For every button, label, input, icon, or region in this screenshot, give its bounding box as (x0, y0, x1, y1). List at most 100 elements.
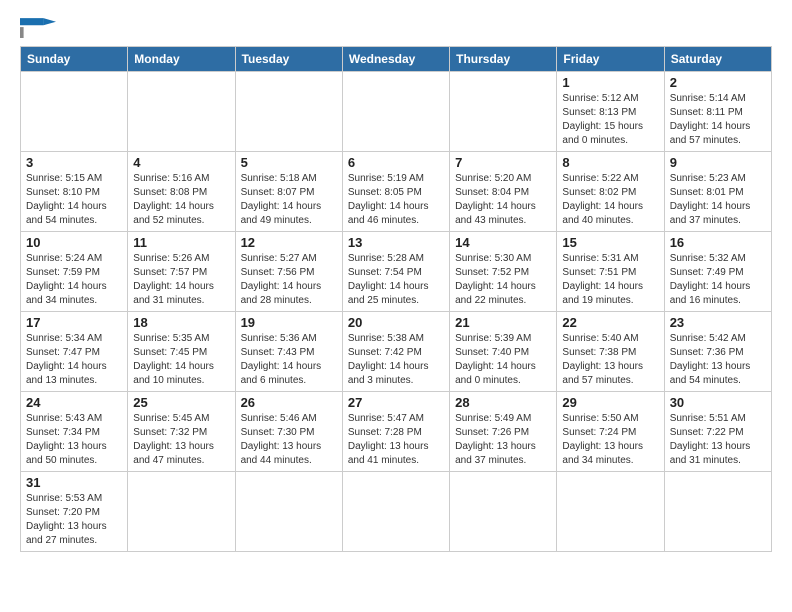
day-number: 19 (241, 315, 337, 330)
day-number: 21 (455, 315, 551, 330)
day-cell: 30Sunrise: 5:51 AM Sunset: 7:22 PM Dayli… (664, 392, 771, 472)
day-cell: 18Sunrise: 5:35 AM Sunset: 7:45 PM Dayli… (128, 312, 235, 392)
day-info-text: Sunrise: 5:16 AM Sunset: 8:08 PM Dayligh… (133, 172, 229, 228)
day-cell: 31 Sunrise: 5:53 AM Sunset: 7:20 PM Dayli… (21, 472, 128, 552)
col-header-sunday: Sunday (21, 47, 128, 72)
day-info-text: Sunrise: 5:32 AM Sunset: 7:49 PM Dayligh… (670, 252, 766, 308)
day-number: 5 (241, 155, 337, 170)
day-cell: 14 Sunrise: 5:30 AM Sunset: 7:52 PM Dayli… (450, 232, 557, 312)
day-number: 30 (670, 395, 766, 410)
day-cell: 15 Sunrise: 5:31 AM Sunset: 7:51 PM Dayli… (557, 232, 664, 312)
day-info-text: Sunrise: 5:40 AM Sunset: 7:38 PM Dayligh… (562, 332, 658, 388)
day-cell: 19 Sunrise: 5:36 AM Sunset: 7:43 PM Dayli… (235, 312, 342, 392)
day-number: 11 (133, 235, 229, 250)
day-info-text: Sunrise: 5:14 AM Sunset: 8:11 PM Dayligh… (670, 92, 766, 148)
day-info-text: Sunrise: 5:30 AM Sunset: 7:52 PM Dayligh… (455, 252, 551, 308)
day-cell: 7Sunrise: 5:20 AM Sunset: 8:04 PM Daylig… (450, 152, 557, 232)
day-cell: 28Sunrise: 5:49 AM Sunset: 7:26 PM Dayli… (450, 392, 557, 472)
day-number: 29 (562, 395, 658, 410)
day-info-text: Sunrise: 5:15 AM Sunset: 8:10 PM Dayligh… (26, 172, 122, 228)
day-number: 26 (241, 395, 337, 410)
day-number: 16 (670, 235, 766, 250)
col-header-thursday: Thursday (450, 47, 557, 72)
day-number: 4 (133, 155, 229, 170)
day-cell: 21 Sunrise: 5:39 AM Sunset: 7:40 PM Dayli… (450, 312, 557, 392)
day-cell: 22 Sunrise: 5:40 AM Sunset: 7:38 PM Dayli… (557, 312, 664, 392)
day-info-text: Sunrise: 5:27 AM Sunset: 7:56 PM Dayligh… (241, 252, 337, 308)
week-row-4: 17Sunrise: 5:34 AM Sunset: 7:47 PM Dayli… (21, 312, 772, 392)
day-cell (342, 472, 449, 552)
week-row-2: 3 Sunrise: 5:15 AM Sunset: 8:10 PM Daylig… (21, 152, 772, 232)
day-number: 20 (348, 315, 444, 330)
week-row-6: 31 Sunrise: 5:53 AM Sunset: 7:20 PM Dayli… (21, 472, 772, 552)
page-header (20, 16, 772, 38)
day-number: 1 (562, 75, 658, 90)
col-header-wednesday: Wednesday (342, 47, 449, 72)
day-cell (235, 72, 342, 152)
day-cell: 5 Sunrise: 5:18 AM Sunset: 8:07 PM Daylig… (235, 152, 342, 232)
day-cell (450, 472, 557, 552)
day-number: 22 (562, 315, 658, 330)
day-number: 10 (26, 235, 122, 250)
day-cell (128, 72, 235, 152)
col-header-friday: Friday (557, 47, 664, 72)
week-row-1: 1 Sunrise: 5:12 AM Sunset: 8:13 PM Daylig… (21, 72, 772, 152)
col-header-tuesday: Tuesday (235, 47, 342, 72)
day-cell: 17Sunrise: 5:34 AM Sunset: 7:47 PM Dayli… (21, 312, 128, 392)
day-info-text: Sunrise: 5:36 AM Sunset: 7:43 PM Dayligh… (241, 332, 337, 388)
day-info-text: Sunrise: 5:31 AM Sunset: 7:51 PM Dayligh… (562, 252, 658, 308)
day-cell: 20 Sunrise: 5:38 AM Sunset: 7:42 PM Dayli… (342, 312, 449, 392)
day-number: 31 (26, 475, 122, 490)
day-info-text: Sunrise: 5:47 AM Sunset: 7:28 PM Dayligh… (348, 412, 444, 468)
day-info-text: Sunrise: 5:43 AM Sunset: 7:34 PM Dayligh… (26, 412, 122, 468)
day-number: 24 (26, 395, 122, 410)
day-info-text: Sunrise: 5:22 AM Sunset: 8:02 PM Dayligh… (562, 172, 658, 228)
day-cell: 23 Sunrise: 5:42 AM Sunset: 7:36 PM Dayli… (664, 312, 771, 392)
day-number: 12 (241, 235, 337, 250)
day-cell (342, 72, 449, 152)
col-header-saturday: Saturday (664, 47, 771, 72)
day-info-text: Sunrise: 5:38 AM Sunset: 7:42 PM Dayligh… (348, 332, 444, 388)
day-number: 8 (562, 155, 658, 170)
day-info-text: Sunrise: 5:12 AM Sunset: 8:13 PM Dayligh… (562, 92, 658, 148)
day-number: 17 (26, 315, 122, 330)
day-cell (128, 472, 235, 552)
day-info-text: Sunrise: 5:39 AM Sunset: 7:40 PM Dayligh… (455, 332, 551, 388)
logo-flag-icon (20, 18, 56, 38)
day-cell: 10Sunrise: 5:24 AM Sunset: 7:59 PM Dayli… (21, 232, 128, 312)
day-number: 14 (455, 235, 551, 250)
day-cell: 9Sunrise: 5:23 AM Sunset: 8:01 PM Daylig… (664, 152, 771, 232)
day-cell: 16 Sunrise: 5:32 AM Sunset: 7:49 PM Dayli… (664, 232, 771, 312)
day-info-text: Sunrise: 5:42 AM Sunset: 7:36 PM Dayligh… (670, 332, 766, 388)
day-number: 6 (348, 155, 444, 170)
day-number: 23 (670, 315, 766, 330)
day-cell (450, 72, 557, 152)
day-info-text: Sunrise: 5:46 AM Sunset: 7:30 PM Dayligh… (241, 412, 337, 468)
day-cell: 1 Sunrise: 5:12 AM Sunset: 8:13 PM Daylig… (557, 72, 664, 152)
day-number: 15 (562, 235, 658, 250)
day-info-text: Sunrise: 5:23 AM Sunset: 8:01 PM Dayligh… (670, 172, 766, 228)
day-info-text: Sunrise: 5:53 AM Sunset: 7:20 PM Dayligh… (26, 492, 122, 548)
day-cell: 6Sunrise: 5:19 AM Sunset: 8:05 PM Daylig… (342, 152, 449, 232)
day-info-text: Sunrise: 5:49 AM Sunset: 7:26 PM Dayligh… (455, 412, 551, 468)
day-number: 7 (455, 155, 551, 170)
day-cell: 25 Sunrise: 5:45 AM Sunset: 7:32 PM Dayli… (128, 392, 235, 472)
day-info-text: Sunrise: 5:18 AM Sunset: 8:07 PM Dayligh… (241, 172, 337, 228)
day-cell (557, 472, 664, 552)
day-cell: 3 Sunrise: 5:15 AM Sunset: 8:10 PM Daylig… (21, 152, 128, 232)
day-number: 25 (133, 395, 229, 410)
col-header-monday: Monday (128, 47, 235, 72)
day-cell: 26 Sunrise: 5:46 AM Sunset: 7:30 PM Dayli… (235, 392, 342, 472)
day-cell: 27 Sunrise: 5:47 AM Sunset: 7:28 PM Dayli… (342, 392, 449, 472)
day-cell: 29Sunrise: 5:50 AM Sunset: 7:24 PM Dayli… (557, 392, 664, 472)
day-cell: 12 Sunrise: 5:27 AM Sunset: 7:56 PM Dayli… (235, 232, 342, 312)
day-cell (21, 72, 128, 152)
day-cell: 13Sunrise: 5:28 AM Sunset: 7:54 PM Dayli… (342, 232, 449, 312)
day-number: 3 (26, 155, 122, 170)
day-info-text: Sunrise: 5:35 AM Sunset: 7:45 PM Dayligh… (133, 332, 229, 388)
day-info-text: Sunrise: 5:45 AM Sunset: 7:32 PM Dayligh… (133, 412, 229, 468)
day-cell (235, 472, 342, 552)
day-number: 27 (348, 395, 444, 410)
day-info-text: Sunrise: 5:26 AM Sunset: 7:57 PM Dayligh… (133, 252, 229, 308)
day-cell: 24 Sunrise: 5:43 AM Sunset: 7:34 PM Dayli… (21, 392, 128, 472)
